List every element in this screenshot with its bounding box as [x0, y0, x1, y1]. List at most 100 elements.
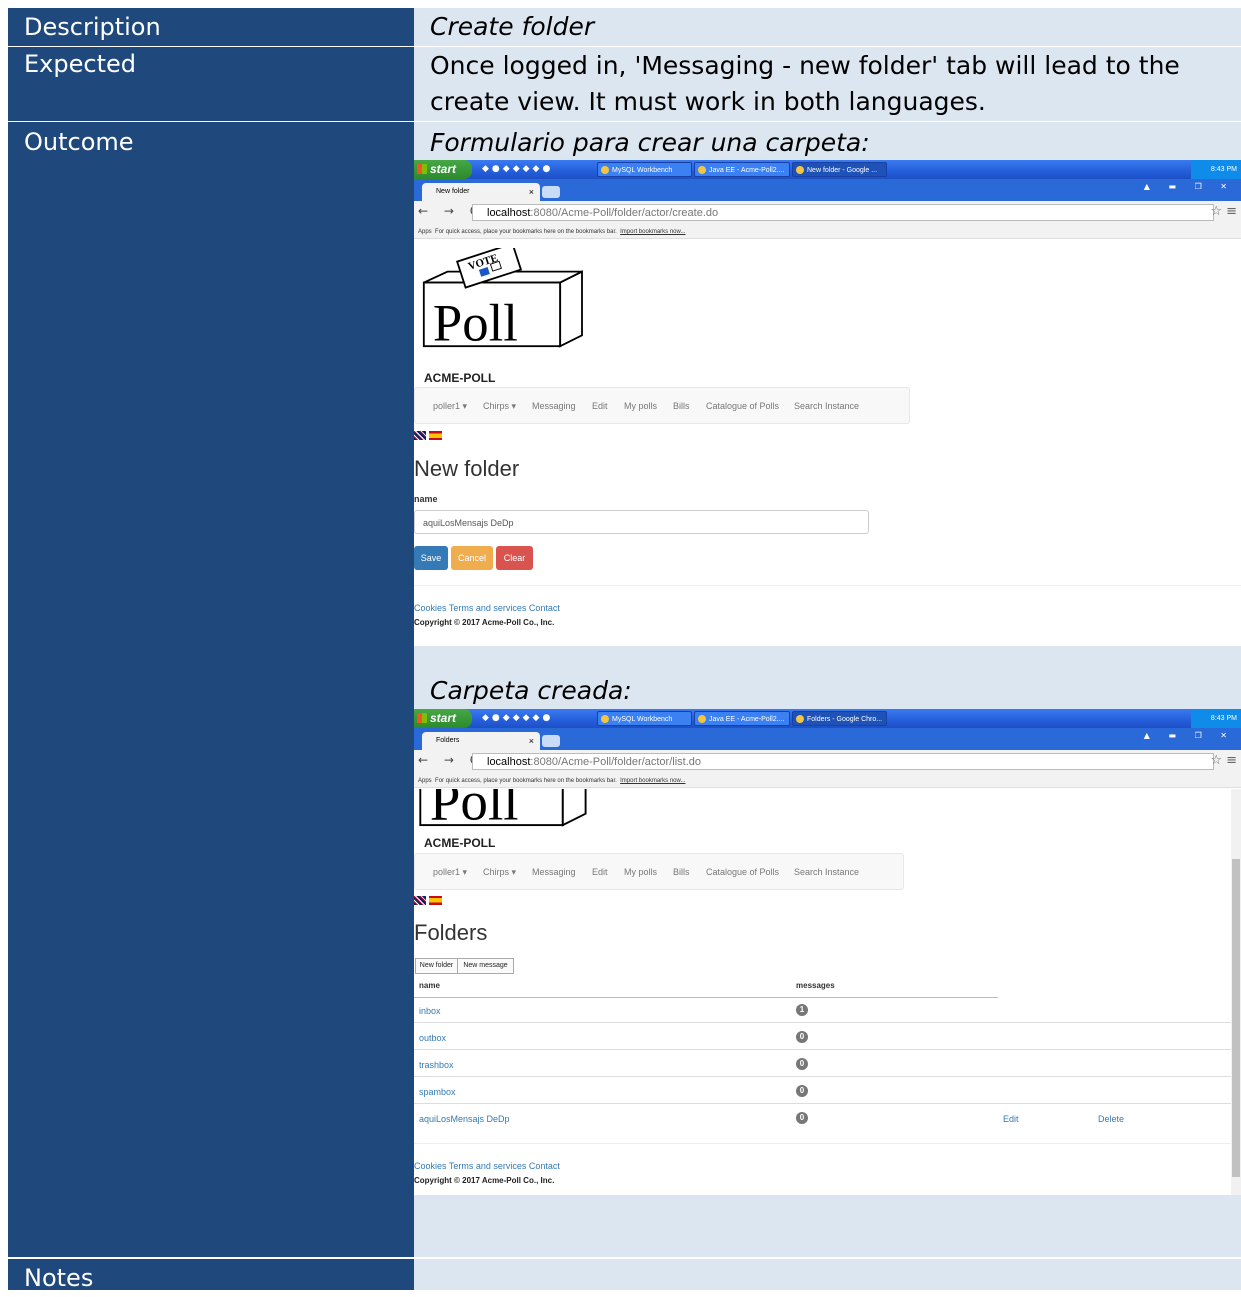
es-flag-icon[interactable]: [429, 896, 442, 905]
menu-messaging[interactable]: Messaging: [532, 401, 576, 411]
menu-bills[interactable]: Bills: [673, 867, 690, 877]
cancel-button[interactable]: Cancel: [451, 546, 493, 570]
windows-flag-icon: [417, 713, 427, 723]
folder-link-spambox[interactable]: spambox: [419, 1087, 456, 1097]
import-bookmarks-link[interactable]: Import bookmarks now...: [620, 229, 685, 235]
edit-folder-link[interactable]: Edit: [1003, 1114, 1019, 1124]
header-divider: [414, 997, 998, 998]
menu-catalogue[interactable]: Catalogue of Polls: [706, 401, 779, 411]
main-menu: poller1 ▾ Chirps ▾ Messaging Edit My pol…: [414, 853, 904, 890]
browser-tab[interactable]: Folders ×: [422, 732, 540, 750]
clear-button[interactable]: Clear: [496, 546, 533, 570]
url-field[interactable]: localhost:8080/Acme-Poll/folder/actor/li…: [472, 753, 1214, 770]
close-icon[interactable]: ×: [529, 183, 534, 201]
task-eclipse[interactable]: Java EE - Acme-Poll2....: [694, 711, 790, 726]
url-field[interactable]: localhost:8080/Acme-Poll/folder/actor/cr…: [472, 204, 1214, 221]
app-icon: [698, 166, 706, 174]
screenshot-create-folder: start ◆●◆◆◆◆● MySQL Workbench Java EE - …: [414, 160, 1241, 646]
message-count-badge: 0: [796, 1085, 808, 1097]
description-text: Create folder: [430, 12, 595, 41]
delete-folder-link[interactable]: Delete: [1098, 1114, 1124, 1124]
menu-catalogue[interactable]: Catalogue of Polls: [706, 867, 779, 877]
url-path: :8080/Acme-Poll/folder/actor/create.do: [530, 207, 719, 219]
task-mysql[interactable]: MySQL Workbench: [597, 162, 692, 177]
tab-title: Folders: [436, 737, 460, 744]
column-header-messages: messages: [796, 981, 835, 990]
folder-link-trashbox[interactable]: trashbox: [419, 1060, 454, 1070]
folder-link-outbox[interactable]: outbox: [419, 1033, 446, 1043]
uk-flag-icon[interactable]: [414, 431, 426, 440]
scrollbar[interactable]: [1231, 789, 1241, 1195]
window-controls[interactable]: ▲ ▬ ❐ ✕: [1144, 182, 1235, 191]
footer-links[interactable]: Cookies Terms and services Contact: [414, 603, 560, 613]
menu-user[interactable]: poller1 ▾: [433, 401, 467, 412]
window-controls[interactable]: ▲ ▬ ❐ ✕: [1144, 731, 1235, 740]
scrollbar-thumb[interactable]: [1232, 859, 1240, 1177]
menu-edit[interactable]: Edit: [592, 867, 608, 877]
task-eclipse[interactable]: Java EE - Acme-Poll2....: [694, 162, 790, 177]
close-icon[interactable]: ×: [529, 732, 534, 750]
task-chrome[interactable]: New folder - Google ...: [792, 162, 887, 177]
outcome-caption-1: Formulario para crear una carpeta:: [430, 128, 870, 157]
menu-chirps[interactable]: Chirps ▾: [483, 401, 516, 412]
screenshot-folders-list: start ◆●◆◆◆◆● MySQL Workbench Java EE - …: [414, 709, 1241, 1195]
menu-messaging[interactable]: Messaging: [532, 867, 576, 877]
row-notes: Notes: [8, 1259, 1241, 1292]
quicklaunch-icons[interactable]: ◆●◆◆◆◆●: [482, 713, 553, 723]
task-label: MySQL Workbench: [612, 716, 673, 723]
menu-my-polls[interactable]: My polls: [624, 401, 657, 411]
browser-tab[interactable]: New folder ×: [422, 183, 540, 201]
app-icon: [601, 166, 609, 174]
logo-word: Poll: [433, 295, 518, 348]
main-menu: poller1 ▾ Chirps ▾ Messaging Edit My pol…: [414, 387, 910, 424]
folder-name-input[interactable]: aquiLosMensajs DeDp: [414, 510, 869, 534]
value-description: Create folder: [414, 8, 1241, 46]
menu-my-polls[interactable]: My polls: [624, 867, 657, 877]
row-divider: [414, 1022, 1231, 1023]
message-count-badge: 0: [796, 1058, 808, 1070]
bookmark-star-icon[interactable]: ☆ ≡: [1210, 204, 1237, 219]
es-flag-icon[interactable]: [429, 431, 442, 440]
new-folder-button[interactable]: New folder: [415, 958, 458, 974]
folder-link-custom[interactable]: aquiLosMensajs DeDp: [419, 1114, 510, 1124]
new-message-button[interactable]: New message: [457, 958, 514, 974]
label-notes: Notes: [8, 1259, 414, 1292]
task-chrome[interactable]: Folders - Google Chro...: [792, 711, 887, 726]
row-expected: Expected Once logged in, 'Messaging - ne…: [8, 47, 1241, 121]
apps-link[interactable]: Apps: [418, 229, 432, 235]
import-bookmarks-link[interactable]: Import bookmarks now...: [620, 778, 685, 784]
footer-links[interactable]: Cookies Terms and services Contact: [414, 1161, 560, 1171]
new-tab-button[interactable]: [542, 186, 560, 198]
save-button[interactable]: Save: [414, 546, 448, 570]
taskbar: start ◆●◆◆◆◆● MySQL Workbench Java EE - …: [414, 160, 1241, 179]
expected-line-2: create view. It must work in both langua…: [430, 87, 986, 116]
windows-flag-icon: [417, 164, 427, 174]
task-mysql[interactable]: MySQL Workbench: [597, 711, 692, 726]
copyright: Copyright © 2017 Acme-Poll Co., Inc.: [414, 1176, 555, 1185]
new-tab-button[interactable]: [542, 735, 560, 747]
folder-link-inbox[interactable]: inbox: [419, 1006, 441, 1016]
browser-tabbar: New folder × ▲ ▬ ❐ ✕: [414, 179, 1241, 201]
menu-search[interactable]: Search Instance: [794, 867, 859, 877]
menu-chirps[interactable]: Chirps ▾: [483, 867, 516, 878]
tab-title: New folder: [436, 188, 470, 195]
apps-link[interactable]: Apps: [418, 778, 432, 784]
poll-logo: VOTE Poll: [422, 248, 583, 348]
menu-edit[interactable]: Edit: [592, 401, 608, 411]
bookmark-star-icon[interactable]: ☆ ≡: [1210, 753, 1237, 768]
start-label: start: [430, 162, 457, 176]
bookmarks-bar: Apps For quick access, place your bookma…: [414, 225, 1241, 239]
start-button[interactable]: start: [414, 709, 472, 728]
brand-name: ACME-POLL: [424, 371, 496, 385]
message-count-badge: 0: [796, 1031, 808, 1043]
label-outcome: Outcome: [8, 122, 414, 1257]
uk-flag-icon[interactable]: [414, 896, 426, 905]
address-bar: ← → C localhost:8080/Acme-Poll/folder/ac…: [414, 201, 1241, 226]
start-button[interactable]: start: [414, 160, 472, 179]
menu-bills[interactable]: Bills: [673, 401, 690, 411]
system-clock: 8:43 PM: [1191, 160, 1241, 179]
quicklaunch-icons[interactable]: ◆●◆◆◆◆●: [482, 164, 553, 174]
bookmarks-hint: For quick access, place your bookmarks h…: [435, 229, 617, 235]
menu-search[interactable]: Search Instance: [794, 401, 859, 411]
menu-user[interactable]: poller1 ▾: [433, 867, 467, 878]
